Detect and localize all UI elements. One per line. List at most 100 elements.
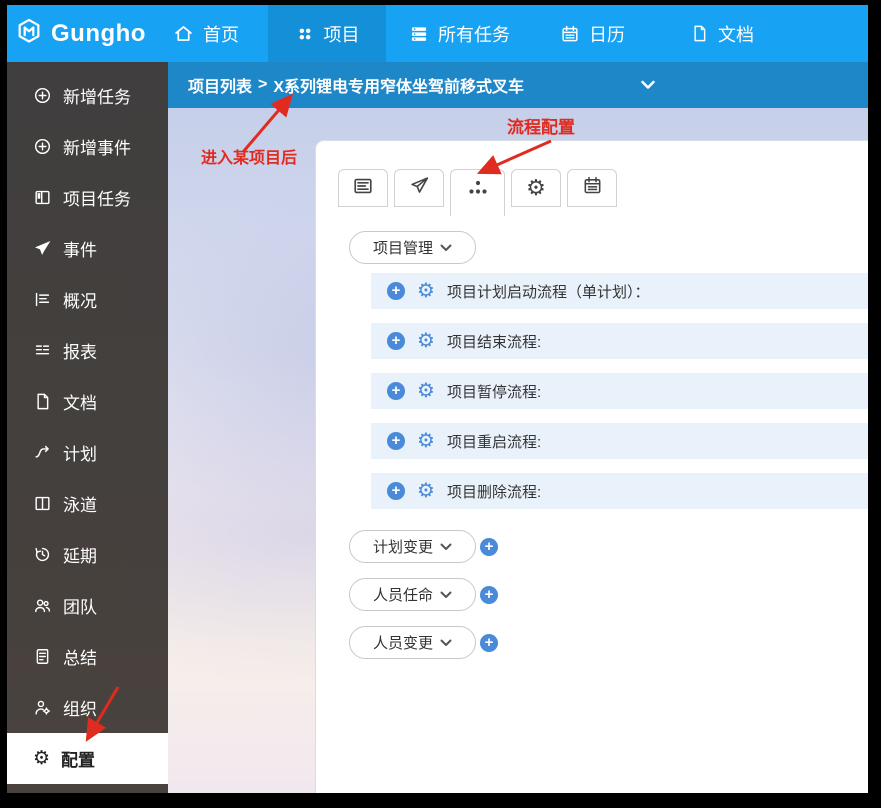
chevron-down-icon (440, 244, 452, 252)
flow-row-plan-start: + ⚙ 项目计划启动流程（单计划）： (371, 273, 868, 309)
nav-item-home[interactable]: 首页 (159, 5, 253, 62)
sidebar-item-project-tasks[interactable]: 项目任务 (7, 172, 168, 223)
sidebar-item-label: 新增事件 (63, 134, 131, 159)
add-flow-icon[interactable]: + (387, 432, 405, 450)
tab-flow-config[interactable] (450, 169, 505, 216)
group-pill-label: 人员任命 (373, 584, 433, 605)
kanban-icon (33, 188, 52, 207)
group-pill-project-management[interactable]: 项目管理 (349, 231, 476, 264)
nav-item-label: 所有任务 (438, 21, 510, 47)
nav-item-label: 文档 (718, 21, 754, 47)
sidebar-item-swimlane[interactable]: 泳道 (7, 478, 168, 529)
nav-item-calendar[interactable]: 日历 (546, 5, 639, 62)
sidebar-item-label: 组织 (63, 695, 97, 720)
flow-row-label: 项目暂停流程: (447, 381, 541, 402)
sidebar-item-organization[interactable]: 组织 (7, 682, 168, 733)
nav-item-document[interactable]: 文档 (676, 5, 768, 62)
flow-settings-gear-icon[interactable]: ⚙ (417, 331, 435, 351)
sidebar-item-plan[interactable]: 计划 (7, 427, 168, 478)
app-logo[interactable]: Gungho (15, 5, 146, 62)
gungho-logo-icon (15, 17, 43, 50)
annotation-enter-project: 进入某项目后 (201, 144, 297, 168)
group-pill-label: 计划变更 (373, 536, 433, 557)
calendar-icon (582, 175, 603, 201)
gear-icon: ⚙ (526, 177, 546, 199)
team-icon (33, 596, 52, 615)
all-tasks-icon (409, 24, 429, 44)
doc-icon (33, 392, 52, 411)
flow-row-label: 项目计划启动流程（单计划）： (447, 281, 650, 302)
flow-settings-gear-icon[interactable]: ⚙ (417, 381, 435, 401)
add-flow-icon[interactable]: + (480, 634, 498, 652)
plus-circle-icon (33, 137, 52, 156)
send-icon (409, 175, 430, 201)
sidebar-item-events[interactable]: 事件 (7, 223, 168, 274)
history-icon (33, 545, 52, 564)
tab-settings[interactable]: ⚙ (511, 169, 561, 207)
breadcrumb-separator: > (258, 76, 267, 94)
sitemap-icon (466, 175, 490, 204)
plan-icon (33, 443, 52, 462)
home-icon (173, 23, 194, 44)
add-flow-icon[interactable]: + (480, 538, 498, 556)
sidebar-item-reports[interactable]: 报表 (7, 325, 168, 376)
sidebar-item-label: 新增任务 (63, 83, 131, 108)
calendar-icon (560, 24, 580, 44)
summary-icon (33, 647, 52, 666)
nav-item-projects[interactable]: 项目 (268, 5, 386, 62)
flow-settings-gear-icon[interactable]: ⚙ (417, 481, 435, 501)
add-flow-icon[interactable]: + (387, 482, 405, 500)
flow-row-label: 项目删除流程: (447, 481, 541, 502)
flow-row-label: 项目结束流程: (447, 331, 541, 352)
breadcrumb-current: X系列锂电专用窄体坐驾前移式叉车 (273, 73, 524, 97)
tab-calendar[interactable] (567, 169, 617, 207)
top-nav-bar: Gungho 首页 项目 (7, 5, 868, 62)
group-pill-plan-change[interactable]: 计划变更 (349, 530, 476, 563)
projects-icon (295, 24, 315, 44)
add-flow-icon[interactable]: + (387, 282, 405, 300)
chevron-down-icon (440, 591, 452, 599)
flow-settings-gear-icon[interactable]: ⚙ (417, 431, 435, 451)
chevron-down-icon[interactable] (640, 78, 656, 96)
flow-row-project-delete: + ⚙ 项目删除流程: (371, 473, 868, 509)
annotation-flow-config: 流程配置 (507, 113, 575, 138)
app-window: Gungho 首页 项目 (7, 5, 868, 793)
sidebar-item-label: 文档 (63, 389, 97, 414)
group-pill-staff-change[interactable]: 人员变更 (349, 626, 476, 659)
nav-item-label: 日历 (589, 21, 625, 47)
flow-settings-gear-icon[interactable]: ⚙ (417, 281, 435, 301)
group-pill-label: 项目管理 (373, 237, 433, 258)
flow-row-project-restart: + ⚙ 项目重启流程: (371, 423, 868, 459)
add-flow-icon[interactable]: + (480, 586, 498, 604)
flow-row-label: 项目重启流程: (447, 431, 541, 452)
document-icon (690, 24, 709, 43)
org-icon (33, 698, 52, 717)
nav-item-all-tasks[interactable]: 所有任务 (395, 5, 524, 62)
add-flow-icon[interactable]: + (387, 332, 405, 350)
sidebar-item-delay[interactable]: 延期 (7, 529, 168, 580)
sidebar-item-overview[interactable]: 概况 (7, 274, 168, 325)
config-panel: ⚙ 项目管理 + ⚙ 项目计划启动流程（单计划）： + ⚙ 项目结束流程: + … (315, 140, 868, 793)
sidebar-item-label: 总结 (63, 644, 97, 669)
swimlane-icon (33, 494, 52, 513)
sidebar-item-label: 报表 (63, 338, 97, 363)
chevron-down-icon (440, 543, 452, 551)
sidebar-item-team[interactable]: 团队 (7, 580, 168, 631)
sidebar: 新增任务 新增事件 项目任务 事件 概况 报表 文档 计划 (7, 62, 168, 793)
add-flow-icon[interactable]: + (387, 382, 405, 400)
tab-events[interactable] (394, 169, 444, 207)
nav-item-label: 项目 (324, 21, 360, 47)
sidebar-item-config[interactable]: ⚙ 配置 (7, 733, 168, 784)
sidebar-item-new-task[interactable]: 新增任务 (7, 70, 168, 121)
sidebar-item-label: 事件 (63, 236, 97, 261)
group-pill-staff-appoint[interactable]: 人员任命 (349, 578, 476, 611)
sidebar-item-new-event[interactable]: 新增事件 (7, 121, 168, 172)
app-logo-text: Gungho (51, 20, 146, 48)
tab-info[interactable] (338, 169, 388, 207)
sidebar-item-summary[interactable]: 总结 (7, 631, 168, 682)
sidebar-item-label: 延期 (63, 542, 97, 567)
sidebar-item-documents[interactable]: 文档 (7, 376, 168, 427)
breadcrumb[interactable]: 项目列表 > X系列锂电专用窄体坐驾前移式叉车 (168, 62, 868, 108)
nav-item-label: 首页 (203, 21, 239, 47)
breadcrumb-parent[interactable]: 项目列表 (188, 73, 252, 97)
